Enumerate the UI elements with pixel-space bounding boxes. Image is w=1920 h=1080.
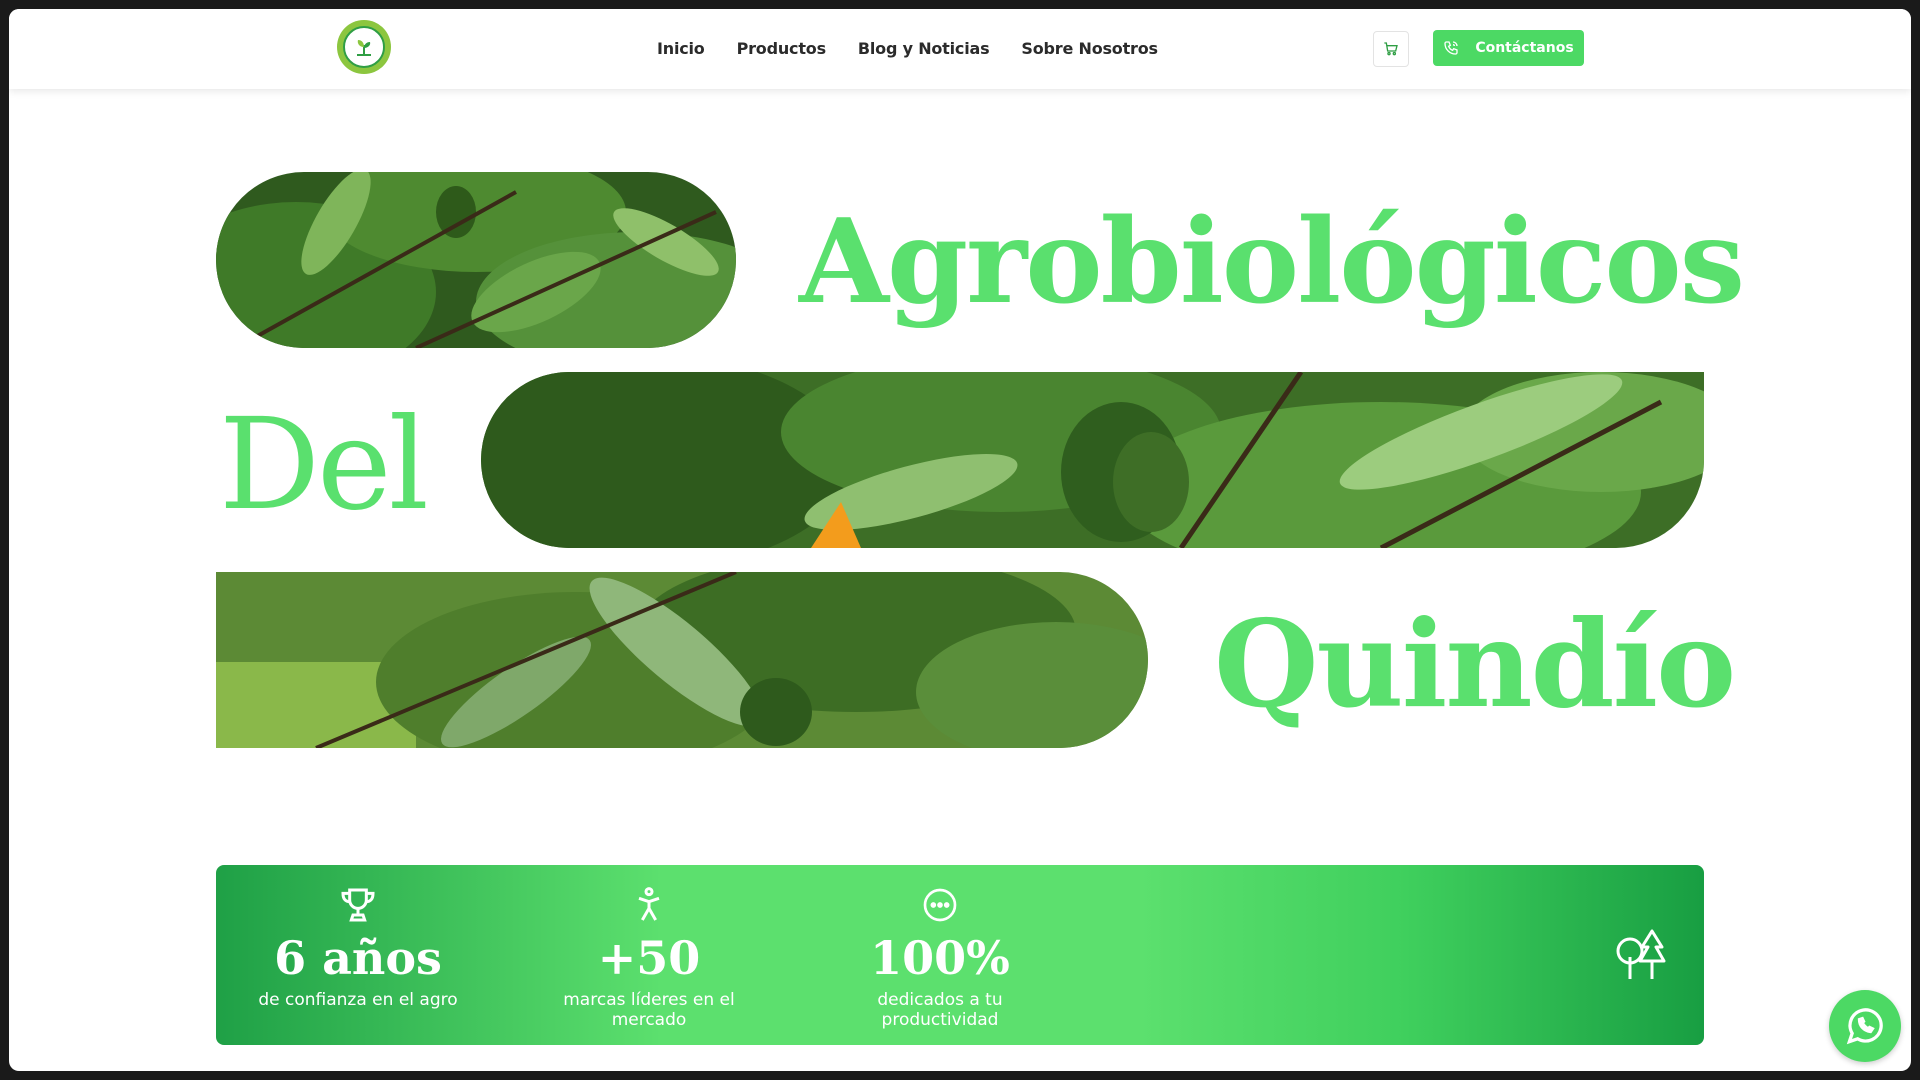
nav-productos[interactable]: Productos [737,39,827,58]
stat-years-value: 6 años [274,931,442,985]
stat-brands-value: +50 [597,931,701,985]
cart-icon [1384,42,1398,56]
hero-image-avocado-leaves-3 [216,572,1148,748]
cart-button[interactable] [1373,31,1409,67]
stats-banner: 6 años de confianza en el agro +50 marca… [216,865,1704,1045]
stat-brands-label: marcas líderes en el mercado [563,989,735,1030]
stat-brands: +50 marcas líderes en el mercado [539,865,759,1030]
stat-years-label: de confianza en el agro [258,989,458,1010]
whatsapp-icon [1846,1008,1883,1045]
stat-dedication-label: dedicados a tu productividad [877,989,1003,1030]
sprout-logo-icon [343,26,385,68]
main-nav: Inicio Productos Blog y Noticias Sobre N… [657,39,1158,58]
nav-sobre-nosotros[interactable]: Sobre Nosotros [1021,39,1158,58]
trophy-icon [341,888,375,922]
whatsapp-button[interactable] [1829,990,1901,1062]
phone-icon [1444,41,1458,55]
hero-title-line2: Del [219,391,429,538]
stat-years: 6 años de confianza en el agro [248,865,468,1010]
hero-title-line3: Quindío [1214,594,1736,735]
browser-frame: Inicio Productos Blog y Noticias Sobre N… [9,9,1911,1071]
dots-circle-icon [923,888,957,922]
stat-dedication-value: 100% [870,931,1010,985]
site-logo[interactable] [337,20,391,74]
contact-button[interactable]: Contáctanos [1433,30,1584,66]
contact-button-label: Contáctanos [1475,40,1574,56]
nav-blog[interactable]: Blog y Noticias [858,39,990,58]
hero-title-line1: Agrobiológicos [799,194,1745,330]
hero-image-avocado-leaves-2 [481,372,1704,548]
stat-dedication: 100% dedicados a tu productividad [830,865,1050,1030]
hero-image-avocado-leaves-1 [216,172,736,348]
site-header: Inicio Productos Blog y Noticias Sobre N… [9,9,1911,89]
person-icon [638,887,660,921]
trees-icon [1612,927,1672,988]
nav-inicio[interactable]: Inicio [657,39,705,58]
